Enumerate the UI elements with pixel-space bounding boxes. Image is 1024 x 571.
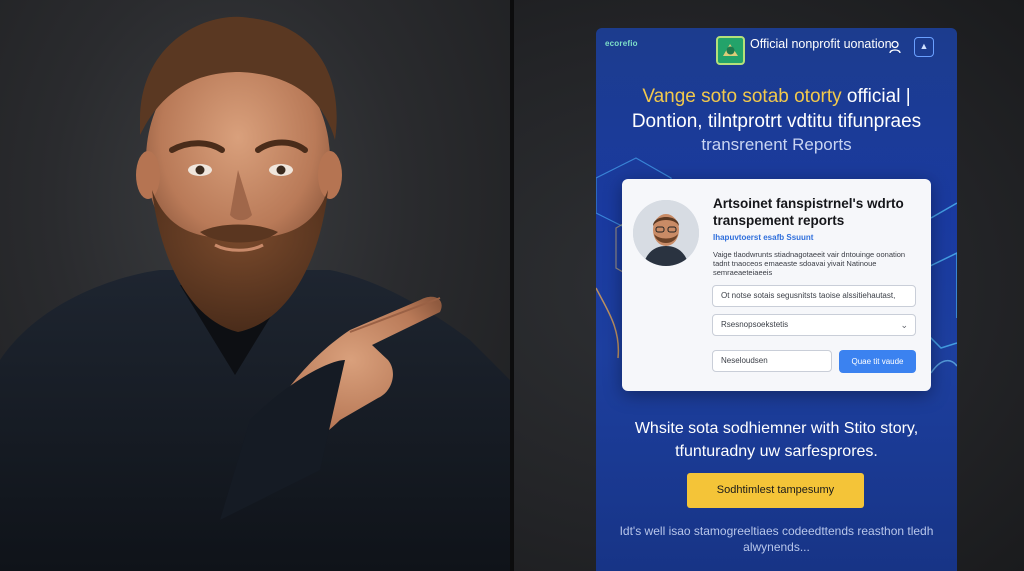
brand-label[interactable]: ecorefio bbox=[605, 39, 638, 48]
portrait-photo bbox=[0, 0, 510, 571]
cause-select-value: Rsesnopsoekstetis bbox=[721, 320, 789, 329]
card-title: Artsoinet fanspistrnel's wdrto transpeme… bbox=[713, 196, 904, 228]
user-icon[interactable] bbox=[888, 40, 902, 54]
hero-title-rest: official | bbox=[841, 86, 911, 107]
hero-title-highlight: Vange soto sotab otorty bbox=[642, 86, 842, 107]
donation-webpage: ecorefio Official nonprofit uonation ▲ V… bbox=[596, 28, 957, 571]
search-input[interactable]: Ot notse sotais segusnitsts taoise alssi… bbox=[712, 285, 916, 307]
footer-note: Idt's well isao stamogreeltiaes codeedtt… bbox=[619, 524, 934, 554]
amount-input[interactable]: Neseloudsen bbox=[712, 350, 832, 372]
reports-link[interactable]: Ihapuvtoerst esafb Ssuunt bbox=[713, 233, 813, 242]
donation-card: Artsoinet fanspistrnel's wdrto transpeme… bbox=[622, 179, 931, 391]
hero-subtitle: transrenent Reports bbox=[701, 135, 852, 154]
cta-button[interactable]: Sodhtimlest tampesumy bbox=[687, 473, 864, 508]
site-header: ecorefio Official nonprofit uonation ▲ bbox=[596, 28, 957, 76]
person-avatar-icon bbox=[633, 200, 699, 266]
avatar bbox=[633, 200, 699, 266]
bars-icon[interactable]: ▲ bbox=[914, 37, 934, 57]
story-text: Whsite sota sodhiemner with Stito story,… bbox=[634, 420, 919, 460]
leaf-icon bbox=[723, 44, 738, 56]
org-logo[interactable] bbox=[716, 36, 745, 65]
screenshot-frame: ecorefio Official nonprofit uonation ▲ V… bbox=[0, 0, 1024, 571]
card-description: Vaige tlaodwrunts stiadnagotaeeit vair d… bbox=[713, 250, 906, 277]
cause-select[interactable]: Rsesnopsoekstetis ⌄ bbox=[712, 314, 916, 336]
hero-title-line2: Dontion, tilntprotrt vdtitu tifunpraes bbox=[631, 111, 922, 132]
chevron-down-icon: ⌄ bbox=[900, 320, 908, 330]
hero-title: Vange soto sotab otorty official | Donti… bbox=[596, 84, 957, 134]
give-button[interactable]: Quae tit vaude bbox=[839, 350, 916, 373]
man-pointing-illustration bbox=[0, 16, 510, 571]
org-name[interactable]: Official nonprofit uonation bbox=[750, 37, 892, 51]
